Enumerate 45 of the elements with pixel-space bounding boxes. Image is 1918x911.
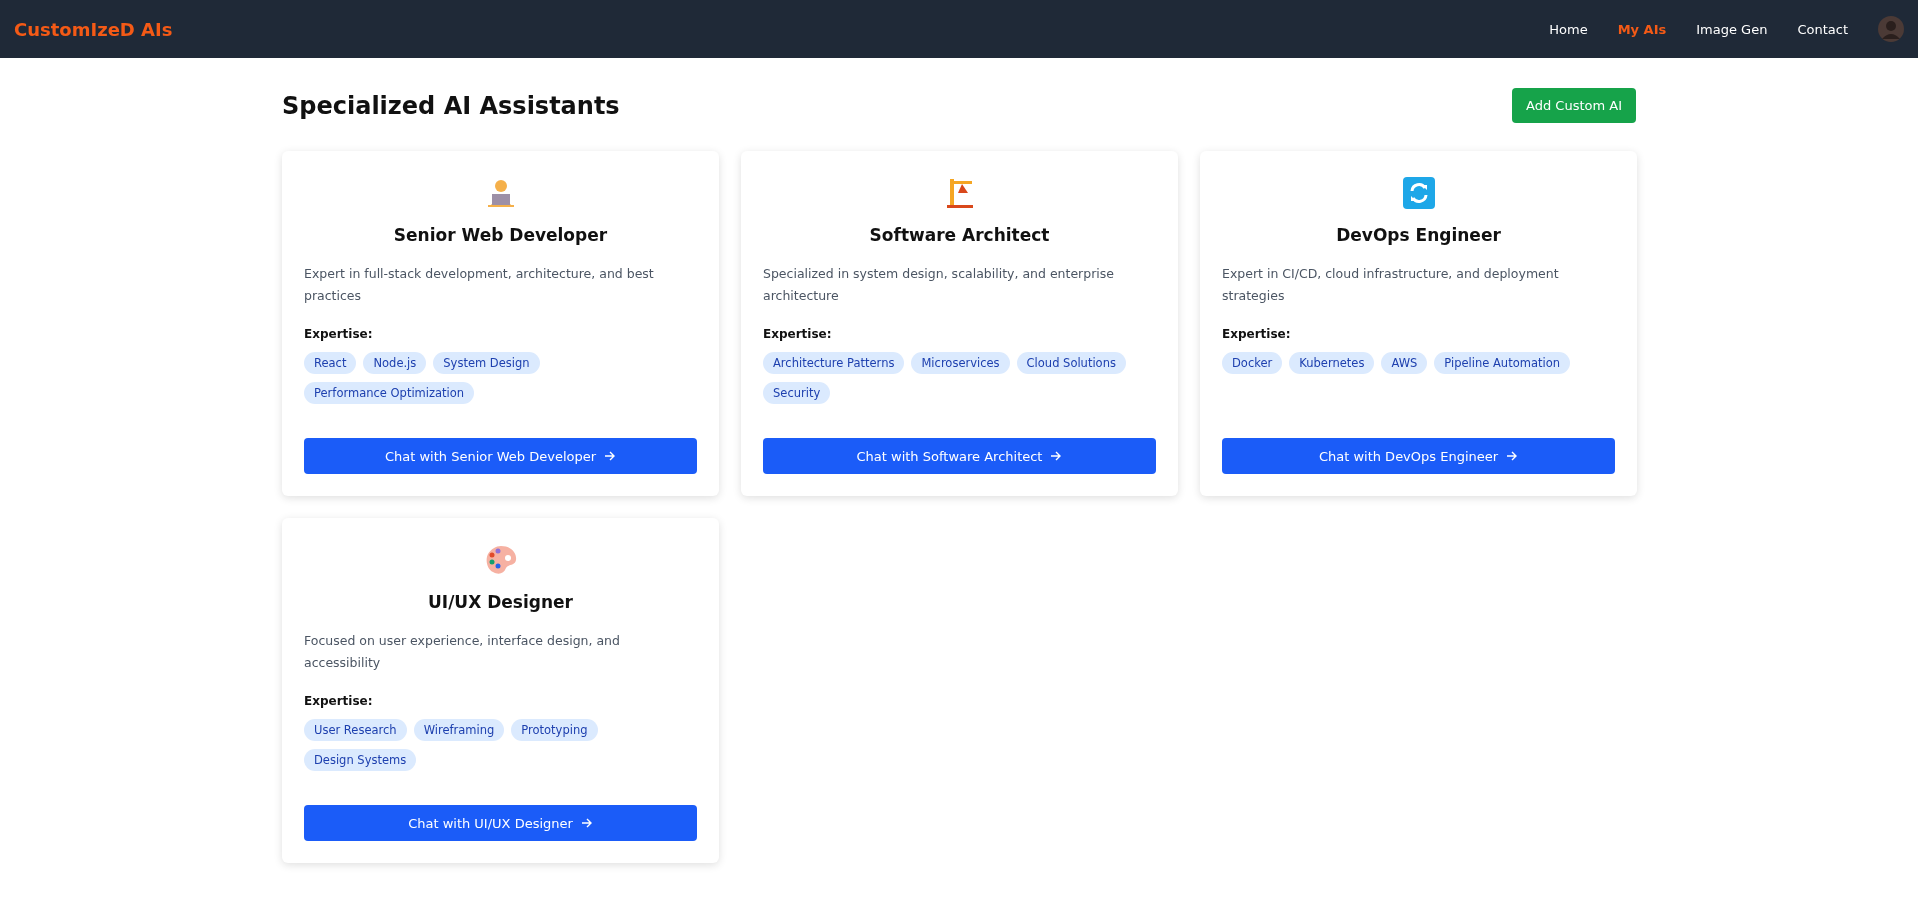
expertise-tag: React	[304, 352, 357, 374]
card-description: Expert in CI/CD, cloud infrastructure, and deployment strategies	[1222, 265, 1560, 305]
chat-button[interactable]: Chat with Software Architect	[763, 438, 1156, 474]
expertise-tag: Design Systems	[304, 749, 417, 771]
expertise-label: Expertise:	[304, 694, 374, 708]
expertise-tag: Architecture Patterns	[763, 352, 905, 374]
expertise-label: Expertise:	[304, 327, 374, 341]
expertise-tag: Performance Optimization	[304, 382, 475, 404]
nav-link[interactable]: Home	[1549, 21, 1588, 37]
card-description: Focused on user experience, interface design, and accessibility	[304, 632, 621, 672]
expertise-tag: Node.js	[363, 352, 427, 374]
arrows-cycle-icon	[1402, 177, 1435, 209]
avatar-icon[interactable]	[1878, 16, 1904, 42]
card-description: Specialized in system design, scalability, and enterprise architecture	[763, 265, 1115, 305]
expertise-label: Expertise:	[763, 327, 833, 341]
expertise-label: Expertise:	[1222, 327, 1292, 341]
arrow-right-icon	[580, 817, 593, 829]
brand-logo[interactable]: CustomIzeD AIs	[14, 18, 173, 40]
chat-button[interactable]: Chat with Senior Web Developer	[304, 438, 697, 474]
card-title: Software Architect	[868, 225, 1051, 245]
expertise-tag: Kubernetes	[1289, 352, 1375, 374]
nav-link[interactable]: Contact	[1797, 21, 1848, 37]
expertise-tag: AWS	[1381, 352, 1428, 374]
expertise-tag: System Design	[433, 352, 540, 374]
expertise-tag: Pipeline Automation	[1434, 352, 1570, 374]
expertise-tag: Security	[763, 382, 831, 404]
expertise-tag: Cloud Solutions	[1016, 352, 1126, 374]
add-custom-ai-button[interactable]: Add Custom AI	[1512, 88, 1636, 123]
card-title: Senior Web Developer	[392, 225, 609, 245]
card-title: DevOps Engineer	[1335, 225, 1502, 245]
arrow-right-icon	[604, 450, 617, 462]
expertise-tag: User Research	[304, 719, 407, 741]
arrow-right-icon	[1050, 450, 1063, 462]
expertise-tag: Microservices	[911, 352, 1010, 374]
page-title: Specialized AI Assistants	[282, 91, 620, 120]
chat-button[interactable]: Chat with DevOps Engineer	[1222, 438, 1615, 474]
expertise-tag: Wireframing	[413, 719, 505, 741]
card-description: Expert in full-stack development, architecture, and best practices	[304, 265, 655, 305]
expertise-tag: Prototyping	[511, 719, 598, 741]
chat-button[interactable]: Chat with UI/UX Designer	[304, 805, 697, 841]
nav-link[interactable]: Image Gen	[1696, 21, 1768, 37]
card-title: UI/UX Designer	[427, 592, 574, 612]
expertise-tag: Docker	[1222, 352, 1283, 374]
nav-link[interactable]: My AIs	[1617, 21, 1667, 37]
arrow-right-icon	[1506, 450, 1519, 462]
